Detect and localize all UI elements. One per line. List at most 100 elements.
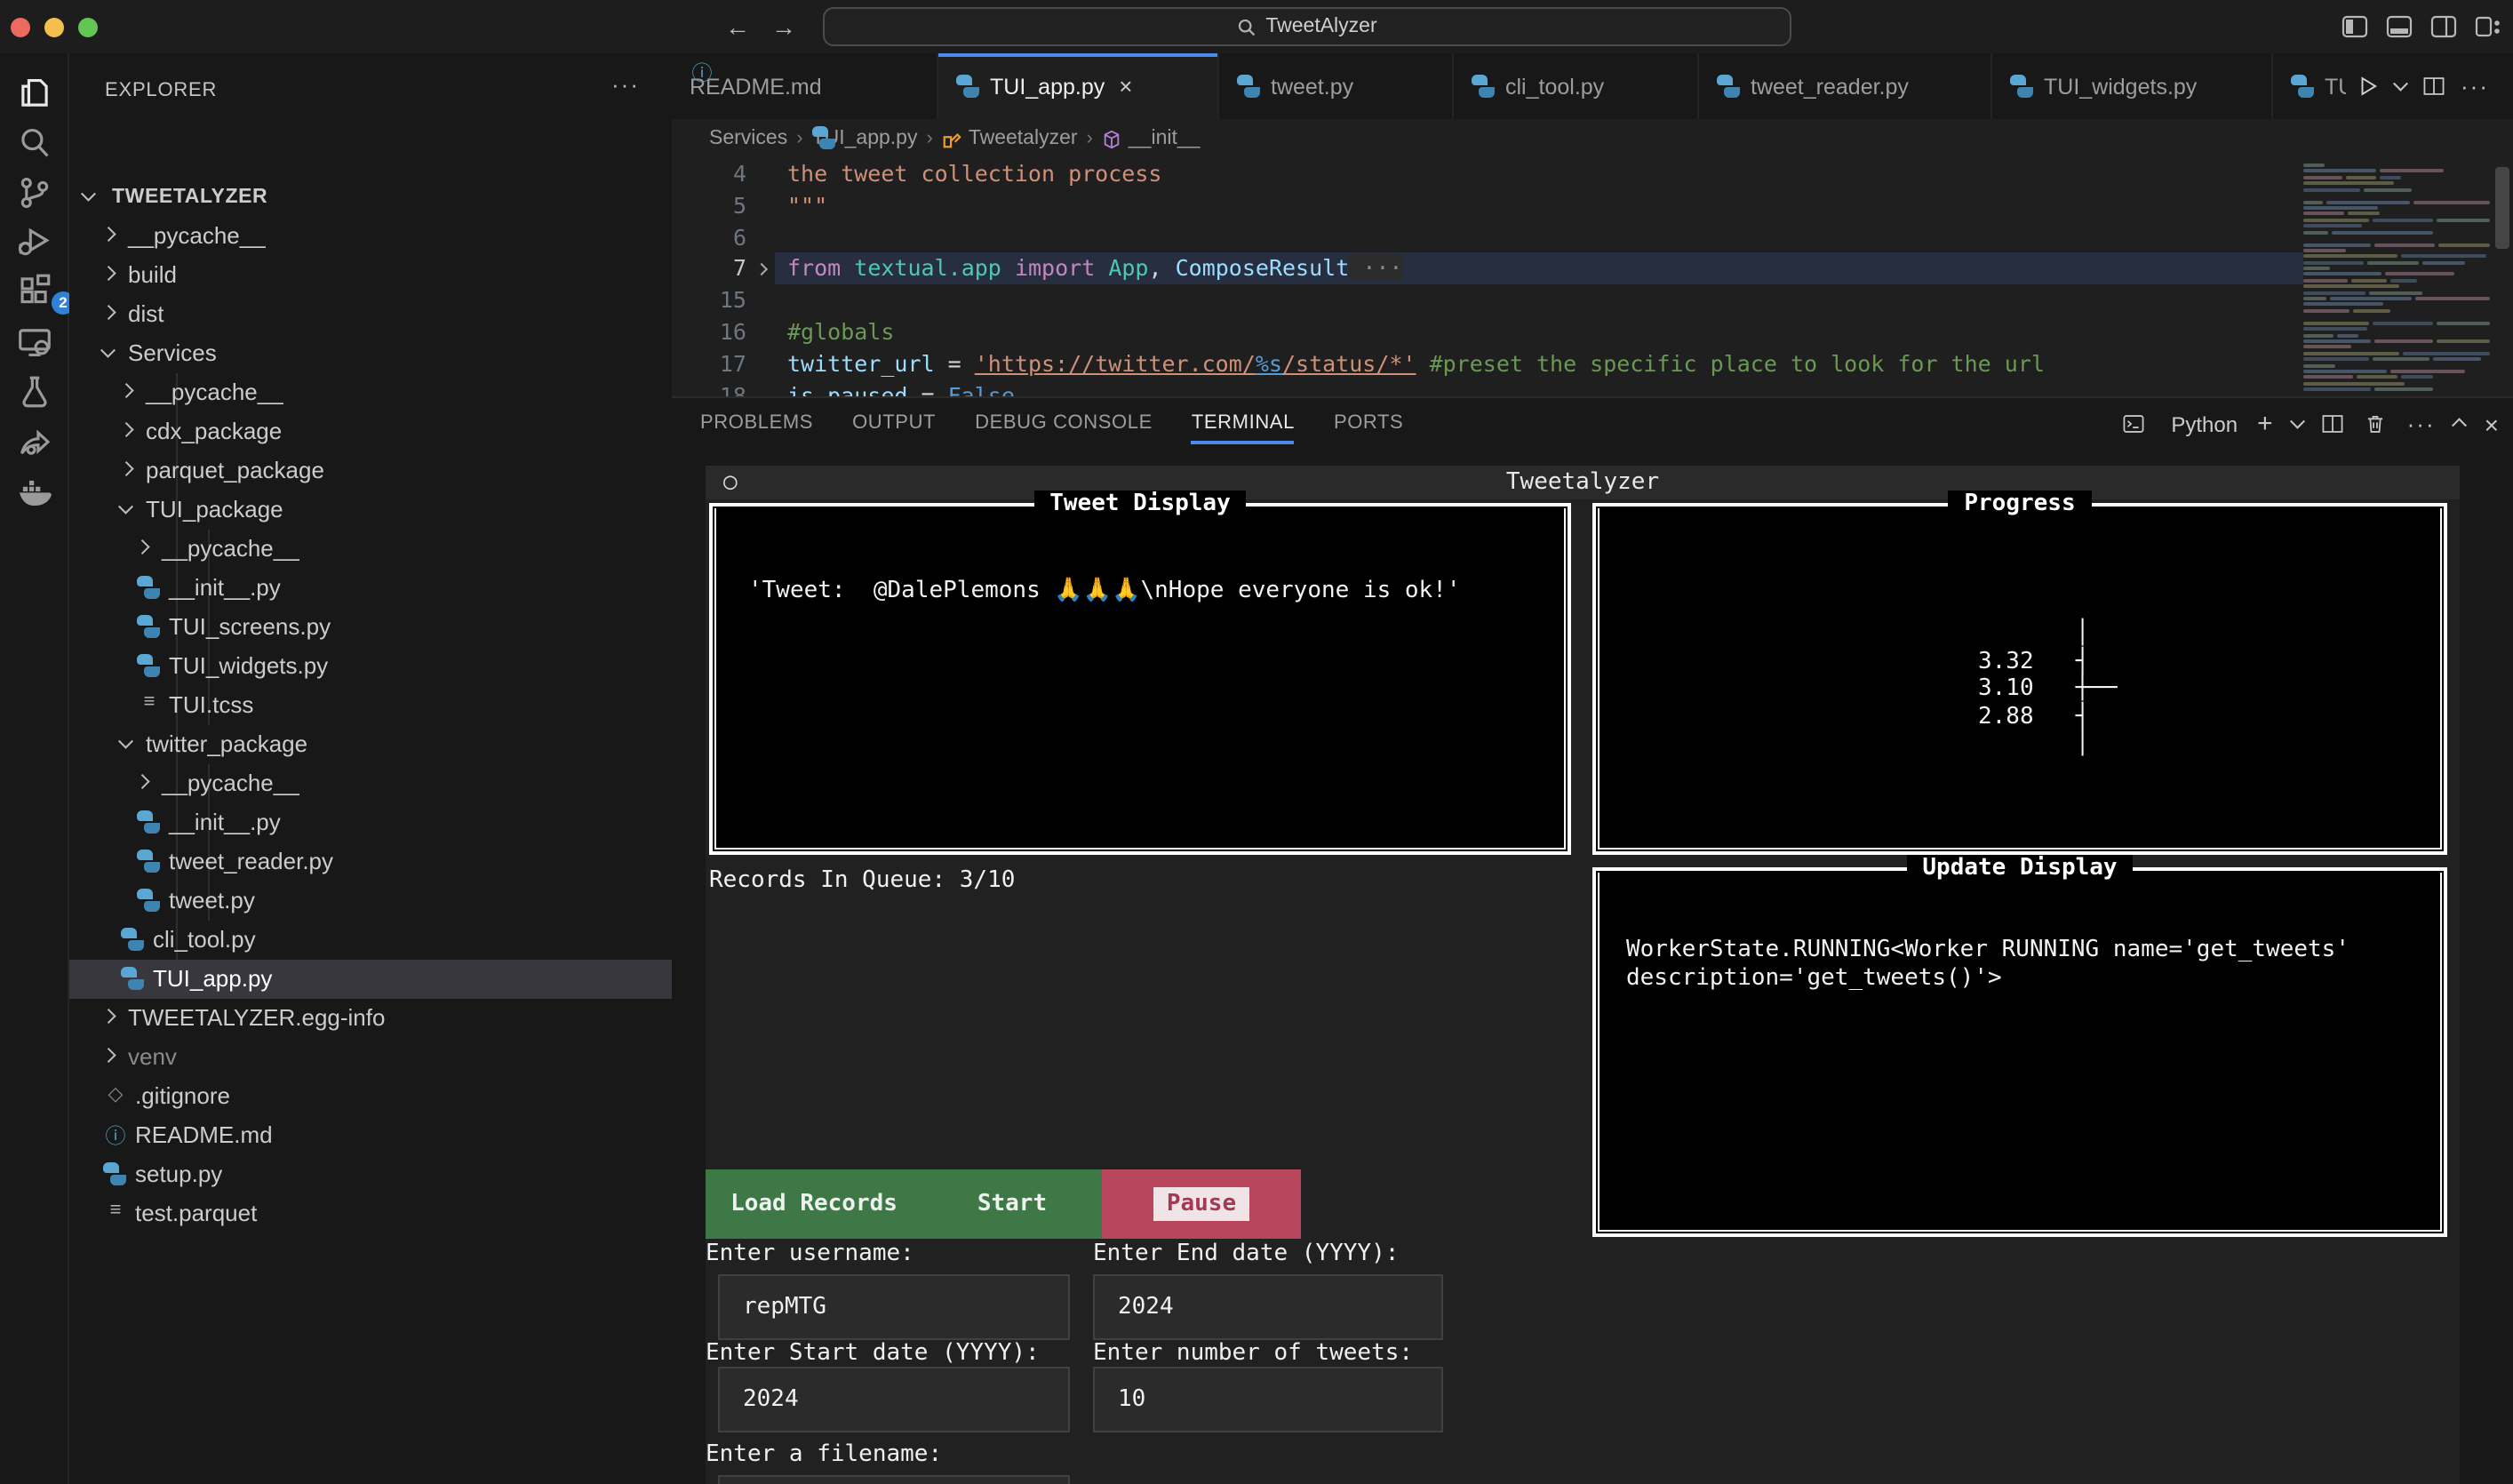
tree-item-readme-md[interactable]: ⓘREADME.md [69, 1116, 672, 1155]
tree-item--pycache-[interactable]: __pycache__ [69, 764, 672, 803]
toggle-panel-icon[interactable] [2385, 12, 2413, 41]
docker-icon[interactable] [16, 473, 53, 510]
pause-button[interactable]: Pause [1102, 1169, 1301, 1239]
gitignore-icon: ◇ [103, 1082, 128, 1105]
tree-item--pycache-[interactable]: __pycache__ [69, 217, 672, 256]
start-button[interactable]: Start [922, 1169, 1102, 1239]
title-bar: ← → TweetAlyzer [0, 0, 2513, 53]
python-file-icon [137, 810, 160, 834]
editor-scrollbar[interactable] [2495, 167, 2509, 249]
tree-item--init-py[interactable]: __init__.py [69, 803, 672, 842]
panel-tab-debug-console[interactable]: DEBUG CONSOLE [975, 398, 1153, 450]
tree-item-build[interactable]: build [69, 256, 672, 295]
tree-item-setup-py[interactable]: setup.py [69, 1155, 672, 1194]
tab-tui-widgets-py[interactable]: TUI_widgets.py [1992, 53, 2273, 119]
new-terminal-icon[interactable]: + [2257, 409, 2273, 439]
close-window-button[interactable] [11, 17, 30, 36]
enter-username-input[interactable]: repMTG [718, 1274, 1070, 1340]
tab-tui-app-py[interactable]: TUI_app.py× [938, 53, 1219, 119]
command-center-search[interactable]: TweetAlyzer [823, 7, 1791, 46]
tree-item-tui-app-py[interactable]: TUI_app.py [69, 960, 672, 999]
source-control-icon[interactable] [16, 174, 53, 211]
run-python-file-icon[interactable] [2357, 75, 2380, 98]
field-label: Enter End date (YYYY): [1093, 1241, 1399, 1267]
tree-item-venv[interactable]: venv [69, 1038, 672, 1077]
tree-item-cli-tool-py[interactable]: cli_tool.py [69, 921, 672, 960]
chevron-right-icon [101, 306, 116, 320]
panel-tab-terminal[interactable]: TERMINAL [1192, 398, 1295, 450]
editor-more-actions-icon[interactable]: ··· [2461, 73, 2489, 100]
code-line-7: 7from textual.app import App, ComposeRes… [672, 253, 2513, 285]
load-records-button[interactable]: Load Records [706, 1169, 922, 1239]
search-value: TweetAlyzer [1265, 16, 1376, 37]
split-editor-icon[interactable] [2421, 75, 2445, 98]
customize-layout-icon[interactable] [2474, 12, 2502, 41]
tab-readme-md[interactable]: ⓘREADME.md [672, 53, 938, 119]
tree-item-tui-screens-py[interactable]: TUI_screens.py [69, 608, 672, 647]
tree-item-cdx-package[interactable]: cdx_package [69, 412, 672, 451]
kill-terminal-icon[interactable] [2365, 412, 2388, 435]
tree-item-dist[interactable]: dist [69, 295, 672, 334]
toggle-sidebar-icon[interactable] [2341, 12, 2369, 41]
namespace-symbol-icon [1102, 129, 1121, 148]
tree-item-parquet-package[interactable]: parquet_package [69, 451, 672, 491]
fold-chevron-icon[interactable] [755, 263, 768, 275]
enter-a-filename-input[interactable] [718, 1475, 1070, 1484]
run-debug-icon[interactable] [16, 222, 53, 259]
tree-item-tweetalyzer[interactable]: TWEETALYZER [69, 178, 672, 217]
search-view-icon[interactable] [16, 124, 53, 162]
zoom-window-button[interactable] [78, 17, 98, 36]
run-options-chevron-icon[interactable] [2394, 76, 2408, 91]
terminal-shell-label[interactable]: Python [2171, 411, 2238, 436]
forward-icon[interactable]: → [766, 9, 802, 44]
tree-item--pycache-[interactable]: __pycache__ [69, 530, 672, 569]
panel-tab-ports[interactable]: PORTS [1334, 398, 1403, 450]
explorer-more-actions-icon[interactable]: ··· [611, 71, 640, 98]
terminal-profile-chevron-icon[interactable] [2290, 414, 2304, 428]
tree-item-tweet-py[interactable]: tweet.py [69, 882, 672, 921]
share-icon[interactable] [16, 423, 53, 460]
tree-item-tui-tcss[interactable]: ≡TUI.tcss [69, 686, 672, 725]
breadcrumb-item[interactable]: __init__ [1102, 128, 1201, 149]
code-line-4: 4the tweet collection process [672, 158, 2513, 190]
tree-item-twitter-package[interactable]: twitter_package [69, 725, 672, 764]
update-display-title: Update Display [1906, 855, 2133, 882]
split-terminal-icon[interactable] [2322, 412, 2345, 435]
toggle-secondary-sidebar-icon[interactable] [2429, 12, 2458, 41]
testing-icon[interactable] [16, 373, 53, 411]
enter-end-date-yyyy-input[interactable]: 2024 [1093, 1274, 1443, 1340]
code-editor[interactable]: 4the tweet collection process5"""67from … [672, 158, 2513, 396]
tab-cli-tool-py[interactable]: cli_tool.py [1454, 53, 1699, 119]
panel-tab-output[interactable]: OUTPUT [852, 398, 936, 450]
tree-item--pycache-[interactable]: __pycache__ [69, 373, 672, 412]
tab-tweet-py[interactable]: tweet.py [1219, 53, 1454, 119]
enter-start-date-yyyy-input[interactable]: 2024 [718, 1367, 1070, 1432]
tree-item-tweet-reader-py[interactable]: tweet_reader.py [69, 842, 672, 882]
tree-item-test-parquet[interactable]: ≡test.parquet [69, 1194, 672, 1233]
panel-tab-problems[interactable]: PROBLEMS [700, 398, 813, 450]
breadcrumb-item[interactable]: TUI_app.py [812, 128, 918, 149]
minimap[interactable] [2303, 164, 2490, 391]
tree-item--init-py[interactable]: __init__.py [69, 569, 672, 608]
maximize-panel-icon[interactable] [2453, 419, 2467, 434]
tree-item-tui-widgets-py[interactable]: TUI_widgets.py [69, 647, 672, 686]
editor-tab-bar: ⓘREADME.mdTUI_app.py×tweet.pycli_tool.py… [672, 53, 2513, 119]
breadcrumb-item[interactable]: Tweetalyzer [942, 128, 1078, 149]
tree-item-tweetalyzer-egg-info[interactable]: TWEETALYZER.egg-info [69, 999, 672, 1038]
close-panel-icon[interactable]: × [2485, 410, 2499, 438]
back-icon[interactable]: ← [720, 9, 755, 44]
tab-tweet-reader-py[interactable]: tweet_reader.py [1699, 53, 1992, 119]
enter-number-of-tweets-input[interactable]: 10 [1093, 1367, 1443, 1432]
explorer-icon[interactable] [16, 75, 53, 112]
tree-item-tui-package[interactable]: TUI_package [69, 491, 672, 530]
minimize-window-button[interactable] [44, 17, 64, 36]
breadcrumb-item[interactable]: Services [709, 128, 787, 149]
editor-actions: ··· [2346, 53, 2513, 119]
close-tab-icon[interactable]: × [1119, 73, 1132, 100]
python-file-icon [2010, 75, 2033, 98]
extensions-icon[interactable]: 2 [16, 272, 53, 309]
tree-item--gitignore[interactable]: ◇.gitignore [69, 1077, 672, 1116]
remote-explorer-icon[interactable] [16, 323, 53, 361]
panel-more-actions-icon[interactable]: ··· [2407, 411, 2436, 437]
tree-item-services[interactable]: Services [69, 334, 672, 373]
